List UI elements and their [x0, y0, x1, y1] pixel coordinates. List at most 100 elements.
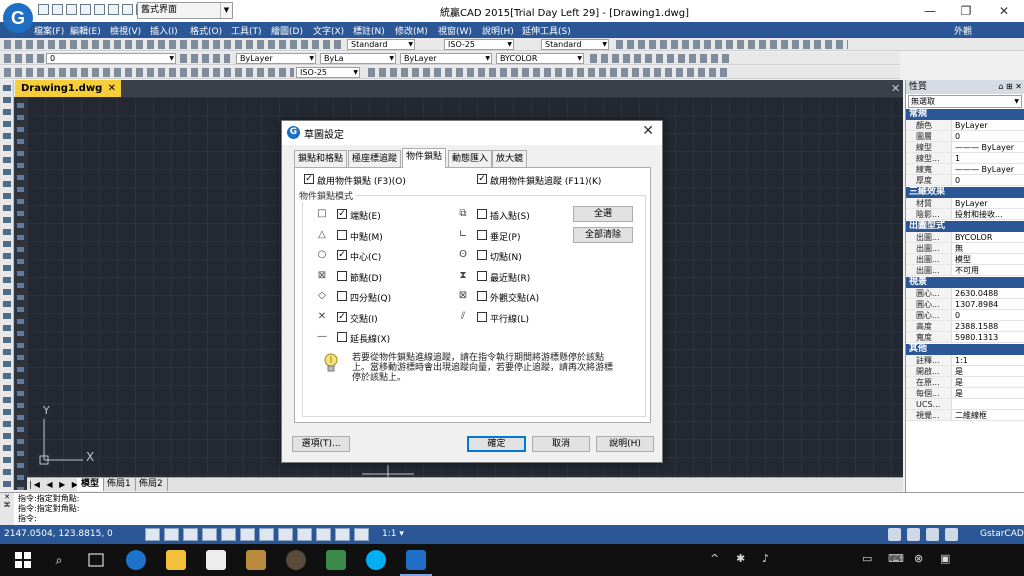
property-section-header[interactable]: 視景 — [906, 277, 1024, 288]
media-icon[interactable] — [286, 550, 306, 570]
clear-all-button[interactable]: 全部清除 — [573, 227, 633, 243]
osnap-mode-checkbox[interactable]: ✓ — [337, 250, 347, 260]
workspace-icon[interactable] — [888, 528, 901, 541]
menu-text[interactable]: 文字(X) — [313, 24, 344, 37]
speaker-icon[interactable]: ♪ — [762, 552, 769, 565]
property-value[interactable]: 是 — [952, 377, 1024, 387]
close-icon[interactable]: ✕ — [891, 82, 900, 95]
property-value[interactable]: BYCOLOR — [952, 232, 1024, 242]
dim-tool-icons[interactable] — [4, 68, 294, 77]
property-value[interactable]: 不可用 — [952, 265, 1024, 275]
osnap-mode-checkbox[interactable] — [337, 291, 347, 301]
otrack-toggle-icon[interactable] — [240, 528, 255, 541]
model-toggle-icon[interactable] — [354, 528, 369, 541]
tp-toggle-icon[interactable] — [316, 528, 331, 541]
layer-select[interactable]: 0 ▼ — [46, 53, 176, 64]
property-value[interactable]: 2630.0488 — [952, 288, 1024, 298]
close-button[interactable]: ✕ — [986, 0, 1022, 22]
property-row[interactable]: 線型 ——— ByLayer — [906, 142, 1024, 153]
draw-toolbar[interactable] — [0, 80, 14, 490]
search-icon[interactable]: ⌕ — [49, 550, 69, 570]
property-row[interactable]: 圓心... 0 — [906, 310, 1024, 321]
property-section-header[interactable]: 出圖型式 — [906, 221, 1024, 232]
task-view-icon[interactable] — [86, 550, 106, 570]
menu-insert[interactable]: 插入(I) — [150, 24, 178, 37]
zoom-tool-icons[interactable] — [368, 68, 728, 77]
dyn-toggle-icon[interactable] — [278, 528, 293, 541]
ok-button[interactable]: 確定 — [467, 436, 526, 452]
property-row[interactable]: 陰影... 投射和接收... — [906, 209, 1024, 220]
menu-file[interactable]: 檔案(F) — [34, 24, 64, 37]
cleanscreen-icon[interactable] — [926, 528, 939, 541]
menu-draw[interactable]: 繪圖(D) — [271, 24, 303, 37]
property-value[interactable]: 模型 — [952, 254, 1024, 264]
file-explorer-icon[interactable] — [166, 550, 186, 570]
property-value[interactable]: 2388.1588 — [952, 321, 1024, 331]
select-all-button[interactable]: 全選 — [573, 206, 633, 222]
close-icon[interactable]: ✕ — [108, 80, 116, 97]
property-value[interactable]: 0 — [952, 310, 1024, 320]
view-tool-icons[interactable] — [590, 54, 730, 63]
enable-osnap-checkbox[interactable]: ✓ — [304, 174, 314, 184]
menu-extension-tools[interactable]: 延伸工具(S) — [522, 24, 571, 37]
menu-appearance[interactable]: 外觀 — [954, 24, 972, 37]
linetype-select[interactable]: ByLa ▼ — [320, 53, 396, 64]
property-row[interactable]: 出圖... 不可用 — [906, 265, 1024, 276]
keyboard-icon[interactable]: ⌨ — [888, 552, 904, 565]
menu-modify[interactable]: 修改(M) — [395, 24, 428, 37]
property-row[interactable]: 材質 ByLayer — [906, 198, 1024, 209]
ortho-toggle-icon[interactable] — [183, 528, 198, 541]
property-value[interactable]: 二維線框 — [952, 410, 1024, 420]
property-row[interactable]: 線型... 1 — [906, 153, 1024, 164]
property-value[interactable]: ByLayer — [952, 198, 1024, 208]
open-file-icon[interactable] — [52, 4, 63, 15]
tab-magnifier[interactable]: 放大鏡 — [492, 150, 528, 167]
panel-buttons[interactable]: ⌂ ⊞ ✕ — [998, 80, 1022, 94]
standard-tool-icons[interactable] — [4, 40, 344, 49]
store-icon[interactable] — [206, 550, 226, 570]
workspace-select[interactable]: 舊式界面 ▼ — [137, 2, 233, 19]
skype-icon[interactable] — [366, 550, 386, 570]
property-row[interactable]: 厚度 0 — [906, 175, 1024, 186]
qp-toggle-icon[interactable] — [335, 528, 350, 541]
lineweight-select[interactable]: ByLayer ▼ — [400, 53, 492, 64]
property-row[interactable]: 出圖... 無 — [906, 243, 1024, 254]
layer-extra-icons[interactable] — [180, 54, 230, 63]
command-window-handle[interactable]: ✕ ⌘ — [0, 493, 14, 526]
osnap-mode-checkbox[interactable] — [477, 291, 487, 301]
menu-tools[interactable]: 工具(T) — [231, 24, 262, 37]
app-icon[interactable] — [246, 550, 266, 570]
enable-tracking-checkbox[interactable]: ✓ — [477, 174, 487, 184]
close-circle-icon[interactable]: ⊗ — [914, 552, 923, 565]
property-row[interactable]: 顏色 ByLayer — [906, 120, 1024, 131]
menu-help[interactable]: 說明(H) — [482, 24, 514, 37]
new-file-icon[interactable] — [38, 4, 49, 15]
tab-snap-grid[interactable]: 鎖點和格點 — [294, 150, 348, 167]
gstarcad-taskbar-icon[interactable] — [406, 550, 426, 570]
menu-edit[interactable]: 編輯(E) — [70, 24, 101, 37]
property-value[interactable]: ——— ByLayer — [952, 164, 1024, 174]
windows-start-icon[interactable] — [13, 550, 33, 570]
color-select[interactable]: ByLayer ▼ — [236, 53, 316, 64]
property-row[interactable]: 開啟... 是 — [906, 366, 1024, 377]
property-row[interactable]: 每個... 是 — [906, 388, 1024, 399]
property-value[interactable] — [952, 399, 1024, 409]
document-tab[interactable]: Drawing1.dwg ✕ — [15, 80, 121, 97]
tab-object-snap[interactable]: 物件鎖點 — [402, 148, 447, 168]
property-value[interactable]: 1:1 — [952, 355, 1024, 365]
osnap-mode-checkbox[interactable] — [477, 209, 487, 219]
property-row[interactable]: 高度 2388.1588 — [906, 321, 1024, 332]
property-row[interactable]: 圓心... 1307.8984 — [906, 299, 1024, 310]
osnap-toggle-icon[interactable] — [221, 528, 236, 541]
plotstyle-select[interactable]: BYCOLOR ▼ — [496, 53, 584, 64]
command-prompt[interactable]: 指令: — [18, 514, 37, 524]
restore-button[interactable]: ❐ — [948, 0, 984, 22]
close-icon[interactable]: ✕ — [642, 123, 654, 139]
app-logo-icon[interactable]: G — [3, 3, 33, 33]
property-section-header[interactable]: 三維效果 — [906, 187, 1024, 198]
tab-dynamic-input[interactable]: 動態匯入 — [448, 150, 493, 167]
save-as-icon[interactable] — [80, 4, 91, 15]
property-value[interactable]: ByLayer — [952, 120, 1024, 130]
cancel-button[interactable]: 取消 — [532, 436, 590, 452]
osnap-mode-checkbox[interactable] — [477, 229, 487, 240]
